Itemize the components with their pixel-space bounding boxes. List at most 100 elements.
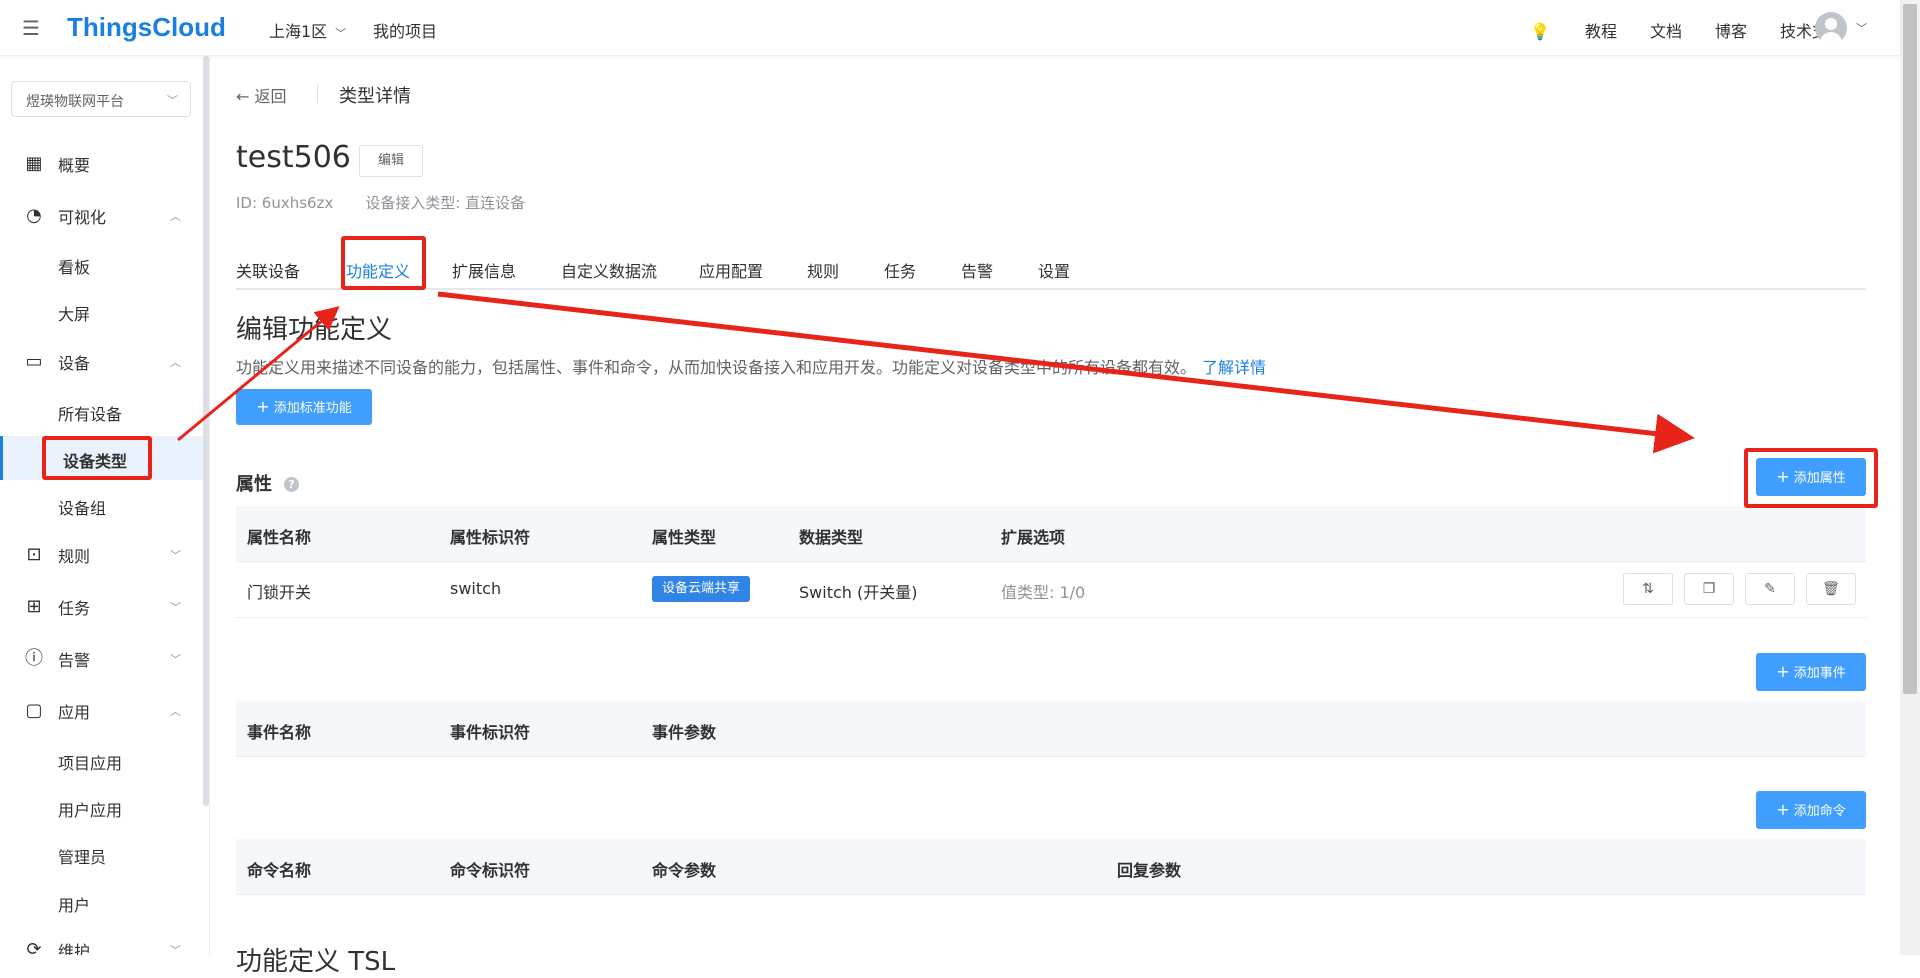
sidebar-item-device-groups[interactable]: 设备组 — [0, 483, 204, 527]
sidebar-item-visualization[interactable]: ◔ 可视化 ︿ — [0, 194, 209, 238]
top-nav: 💡 教程 文档 博客 技术支持 — [1464, 18, 1844, 42]
property-name: 门锁开关 — [247, 583, 312, 602]
tab-extended-info[interactable]: 扩展信息 — [452, 258, 516, 282]
platform-select-value: 煜瑛物联网平台 — [26, 94, 124, 110]
plus-icon: + — [1776, 800, 1790, 819]
region-selector[interactable]: 上海1区 ﹀ — [269, 18, 346, 42]
column-header: 事件参数 — [652, 723, 717, 742]
region-label: 上海1区 — [269, 22, 328, 41]
logo[interactable]: ThingsCloud — [67, 12, 226, 43]
property-data-type: Switch (开关量) — [799, 583, 918, 602]
column-header: 属性标识符 — [450, 528, 531, 547]
sidebar-item-device-types[interactable]: 设备类型 — [0, 436, 204, 480]
page-scrollbar-thumb[interactable] — [1903, 4, 1917, 694]
sidebar-item-rules[interactable]: ⊡ 规则 ﹀ — [0, 533, 209, 577]
column-header: 命令参数 — [652, 861, 717, 880]
column-header: 事件名称 — [247, 723, 312, 742]
add-command-button[interactable]: + 添加命令 — [1756, 791, 1866, 829]
properties-table-header: 属性名称 属性标识符 属性类型 数据类型 扩展选项 — [236, 506, 1866, 562]
plus-icon: + — [1776, 467, 1790, 486]
tab-function-definition[interactable]: 功能定义 — [346, 258, 410, 282]
menu-collapse-icon[interactable]: ☰ — [22, 18, 46, 38]
sort-arrows-icon: ⇅ — [1642, 581, 1654, 597]
tab-custom-dataflow[interactable]: 自定义数据流 — [561, 258, 657, 282]
delete-button[interactable]: 🗑 — [1806, 573, 1856, 605]
learn-more-link[interactable]: 了解详情 — [1202, 358, 1266, 377]
my-projects-link[interactable]: 我的项目 — [373, 18, 437, 42]
dashboard-grid-icon: ▦ — [25, 153, 43, 174]
tab-tasks[interactable]: 任务 — [884, 258, 916, 282]
back-button[interactable]: ← 返回 — [236, 83, 287, 107]
alert-circle-icon: ⓘ — [25, 648, 43, 669]
column-header: 扩展选项 — [1001, 528, 1066, 547]
copy-button[interactable]: ❐ — [1684, 573, 1734, 605]
commands-table-header: 命令名称 命令标识符 命令参数 回复参数 — [236, 839, 1866, 895]
edit-button[interactable]: 编辑 — [359, 145, 423, 177]
tabs: 关联设备 功能定义 扩展信息 自定义数据流 应用配置 规则 任务 告警 设置 — [236, 246, 1866, 290]
copy-icon: ❐ — [1702, 581, 1716, 597]
sidebar: 煜瑛物联网平台 ﹀ ▦ 概要 ◔ 可视化 ︿ 看板 大屏 ▭ 设备 ︿ 所有设备 设备类型… — [0, 56, 210, 955]
property-type-badge: 设备云端共享 — [652, 576, 751, 602]
sort-button[interactable]: ⇅ — [1623, 573, 1673, 605]
tab-alerts[interactable]: 告警 — [961, 258, 993, 282]
sidebar-item-user-apps[interactable]: 用户应用 — [0, 785, 204, 829]
divider — [317, 85, 318, 103]
tab-app-config[interactable]: 应用配置 — [699, 258, 763, 282]
avatar[interactable] — [1815, 12, 1847, 44]
sidebar-item-devices[interactable]: ▭ 设备 ︿ — [0, 340, 209, 384]
sidebar-item-all-devices[interactable]: 所有设备 — [0, 389, 204, 433]
chevron-down-icon: ﹀ — [170, 944, 181, 955]
section-title: 编辑功能定义 — [236, 315, 393, 345]
app-window-icon: ▢ — [25, 700, 43, 721]
breadcrumb: 类型详情 — [339, 86, 411, 107]
tab-rules[interactable]: 规则 — [807, 258, 839, 282]
sidebar-item-overview[interactable]: ▦ 概要 — [0, 142, 209, 186]
events-table-header: 事件名称 事件标识符 事件参数 — [236, 701, 1866, 757]
sidebar-scrollbar[interactable] — [203, 56, 209, 806]
lightbulb-icon: 💡 — [1530, 22, 1550, 41]
sidebar-item-apps[interactable]: ▢ 应用 ︿ — [0, 689, 209, 733]
chevron-up-icon: ︿ — [170, 210, 181, 223]
sidebar-item-project-apps[interactable]: 项目应用 — [0, 738, 204, 782]
property-extension: 值类型: 1/0 — [1001, 583, 1086, 602]
chevron-down-icon[interactable]: ﹀ — [1856, 20, 1867, 36]
help-icon[interactable]: ? — [284, 477, 299, 492]
edit-row-button[interactable]: ✎ — [1745, 573, 1795, 605]
column-header: 命令名称 — [247, 861, 312, 880]
chevron-up-icon: ︿ — [170, 356, 181, 369]
maintenance-icon: ⟳ — [26, 939, 42, 956]
chevron-down-icon: ﹀ — [170, 549, 181, 562]
tutorial-link[interactable]: 💡 教程 — [1497, 18, 1617, 42]
sidebar-item-bigscreen[interactable]: 大屏 — [0, 289, 204, 333]
chevron-up-icon: ︿ — [170, 705, 181, 718]
task-clock-icon: ⊞ — [26, 596, 42, 617]
top-bar: ☰ ThingsCloud 上海1区 ﹀ 我的项目 💡 教程 文档 博客 技术支持 … — [0, 0, 1900, 56]
platform-select[interactable]: 煜瑛物联网平台 ﹀ — [11, 81, 191, 117]
add-property-button[interactable]: + 添加属性 — [1756, 458, 1866, 496]
blog-link[interactable]: 博客 — [1715, 18, 1747, 42]
column-header: 事件标识符 — [450, 723, 531, 742]
sidebar-item-admins[interactable]: 管理员 — [0, 832, 204, 876]
add-standard-function-button[interactable]: + 添加标准功能 — [236, 389, 372, 425]
page-title: test506 — [236, 140, 351, 175]
access-type: 设备接入类型: 直连设备 — [365, 194, 526, 212]
column-header: 命令标识符 — [450, 861, 531, 880]
sidebar-item-maintenance[interactable]: ⟳ 维护 ﹀ — [0, 928, 209, 956]
column-header: 回复参数 — [1117, 861, 1182, 880]
chevron-down-icon: ﹀ — [335, 27, 347, 40]
sidebar-item-tasks[interactable]: ⊞ 任务 ﹀ — [0, 585, 209, 629]
active-tab-indicator — [346, 288, 409, 290]
terminal-icon: ⊡ — [26, 544, 42, 565]
sidebar-item-alerts[interactable]: ⓘ 告警 ﹀ — [0, 637, 209, 681]
pencil-icon: ✎ — [1764, 581, 1776, 597]
chevron-down-icon: ﹀ — [170, 653, 181, 666]
tab-settings[interactable]: 设置 — [1038, 258, 1070, 282]
docs-link[interactable]: 文档 — [1650, 18, 1682, 42]
column-header: 属性名称 — [247, 528, 312, 547]
column-header: 属性类型 — [652, 528, 717, 547]
sidebar-item-users[interactable]: 用户 — [0, 880, 204, 924]
tab-related-devices[interactable]: 关联设备 — [236, 258, 300, 282]
add-event-button[interactable]: + 添加事件 — [1756, 653, 1866, 691]
sidebar-item-board[interactable]: 看板 — [0, 242, 204, 286]
type-id: ID: 6uxhs6zx — [236, 194, 334, 212]
